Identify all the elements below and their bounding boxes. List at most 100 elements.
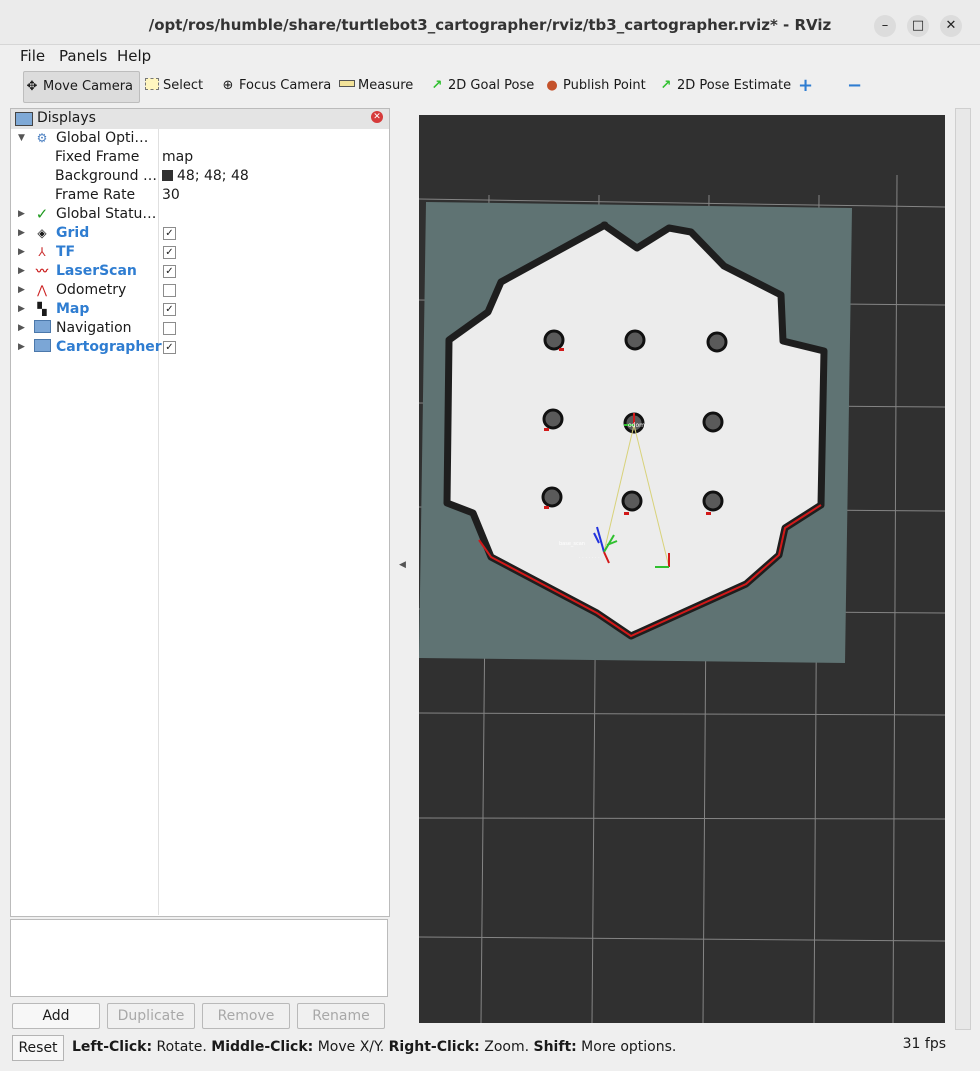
frame-rate-value[interactable]: 30 (162, 186, 180, 205)
odom-label: odom (628, 422, 645, 429)
odometry-icon: ⋀ (37, 283, 47, 297)
remove-display-button[interactable]: Remove (202, 1003, 290, 1029)
odometry-checkbox[interactable] (163, 284, 176, 297)
tree-row-odometry[interactable]: ▶ ⋀ Odometry (11, 281, 389, 300)
collapse-arrow-icon[interactable]: ▼ (18, 129, 25, 148)
cartographer-label: Cartographer (56, 339, 162, 355)
expand-arrow-icon[interactable]: ▶ (18, 262, 25, 281)
left-splitter-handle[interactable]: ◀ (399, 560, 406, 570)
window-title: /opt/ros/humble/share/turtlebot3_cartogr… (148, 16, 832, 34)
focus-camera-tool[interactable]: ⊕ Focus Camera (220, 71, 332, 101)
reset-button[interactable]: Reset (12, 1035, 64, 1061)
laserscan-icon: 〰 (35, 264, 48, 278)
fixed-frame-label: Fixed Frame (55, 149, 140, 165)
map-checkbox[interactable]: ✓ (163, 303, 176, 316)
check-icon: ✓ (35, 205, 49, 223)
mouse-hint: Left-Click: Rotate. Middle-Click: Move X… (72, 1039, 676, 1055)
maximize-button[interactable]: □ (907, 15, 929, 37)
goal-pose-tool[interactable]: ↗ 2D Goal Pose (429, 71, 535, 101)
monitor-icon (15, 112, 33, 126)
tree-row-global-status[interactable]: ▶ ✓ Global Statu… (11, 205, 389, 224)
publish-point-tool[interactable]: ● Publish Point (544, 71, 646, 101)
hint-shift-key: Shift: (533, 1039, 577, 1055)
remove-tool-button[interactable]: − (847, 71, 862, 101)
add-tool-button[interactable]: + (798, 71, 813, 101)
close-button[interactable]: ✕ (940, 15, 962, 37)
expand-arrow-icon[interactable]: ▶ (18, 205, 25, 224)
tree-row-laserscan[interactable]: ▶ 〰 LaserScan ✓ (11, 262, 389, 281)
tree-row-grid[interactable]: ▶ ◈ Grid ✓ (11, 224, 389, 243)
render-view[interactable]: odom base_scan · · · · · · · (419, 115, 945, 1023)
tree-row-global-options[interactable]: ▼ ⚙ Global Opti… (11, 129, 389, 148)
navigation-checkbox[interactable] (163, 322, 176, 335)
move-camera-label: Move Camera (43, 79, 134, 94)
svg-text:· · · · · · ·: · · · · · · · (579, 555, 600, 561)
publish-point-label: Publish Point (563, 78, 646, 93)
menu-help[interactable]: Help (117, 47, 151, 65)
expand-arrow-icon[interactable]: ▶ (18, 224, 25, 243)
pose-arrow-icon: ↗ (660, 78, 672, 93)
fixed-frame-value[interactable]: map (162, 148, 193, 167)
title-bar: /opt/ros/humble/share/turtlebot3_cartogr… (0, 0, 980, 45)
menu-panels[interactable]: Panels (59, 47, 107, 65)
expand-arrow-icon[interactable]: ▶ (18, 338, 25, 357)
grid-label: Grid (56, 225, 90, 241)
background-value-text: 48; 48; 48 (177, 168, 249, 184)
measure-tool[interactable]: Measure (339, 71, 413, 101)
odometry-label: Odometry (56, 282, 127, 298)
tree-row-map[interactable]: ▶ ▚ Map ✓ (11, 300, 389, 319)
navigation-label: Navigation (56, 320, 132, 336)
pose-estimate-tool[interactable]: ↗ 2D Pose Estimate (658, 71, 792, 101)
tree-row-background[interactable]: Background … 48; 48; 48 (11, 167, 389, 186)
expand-arrow-icon[interactable]: ▶ (18, 243, 25, 262)
grid-checkbox[interactable]: ✓ (163, 227, 176, 240)
pose-estimate-label: 2D Pose Estimate (677, 78, 792, 93)
move-camera-icon: ✥ (26, 79, 38, 94)
frame-rate-label: Frame Rate (55, 187, 136, 203)
hint-middle-click-key: Middle-Click: (211, 1039, 314, 1055)
tree-row-frame-rate[interactable]: Frame Rate 30 (11, 186, 389, 205)
background-label: Background … (55, 168, 157, 184)
laserscan-checkbox[interactable]: ✓ (163, 265, 176, 278)
folder-icon (33, 319, 51, 338)
grid-icon: ◈ (37, 226, 47, 240)
folder-icon (33, 338, 51, 357)
goal-pose-label: 2D Goal Pose (448, 78, 535, 93)
expand-arrow-icon[interactable]: ▶ (18, 319, 25, 338)
map-pin-icon: ● (546, 78, 558, 93)
hint-left-click-key: Left-Click: (72, 1039, 153, 1055)
fps-counter: 31 fps (902, 1036, 946, 1052)
map-label: Map (56, 301, 90, 317)
base-scan-label: base_scan (559, 541, 585, 547)
menu-file[interactable]: File (20, 47, 45, 65)
rename-display-button[interactable]: Rename (297, 1003, 385, 1029)
expand-arrow-icon[interactable]: ▶ (18, 300, 25, 319)
hint-right-click-key: Right-Click: (388, 1039, 480, 1055)
hint-right-click-text: Zoom. (479, 1039, 534, 1055)
ruler-icon (339, 71, 355, 101)
add-display-button[interactable]: Add (12, 1003, 100, 1029)
tf-checkbox[interactable]: ✓ (163, 246, 176, 259)
cartographer-checkbox[interactable]: ✓ (163, 341, 176, 354)
global-options-label: Global Opti… (56, 130, 149, 146)
tree-row-tf[interactable]: ▶ ⅄ TF ✓ (11, 243, 389, 262)
tree-row-cartographer[interactable]: ▶ Cartographer ✓ (11, 338, 389, 357)
minimize-button[interactable]: – (874, 15, 896, 37)
vertical-scrollbar[interactable] (955, 108, 971, 1030)
displays-panel: Displays ✕ ▼ ⚙ Global Opti… Fixed Frame … (10, 108, 390, 917)
scene-svg: odom base_scan · · · · · · · (419, 174, 945, 1023)
tree-row-fixed-frame[interactable]: Fixed Frame map (11, 148, 389, 167)
duplicate-display-button[interactable]: Duplicate (107, 1003, 195, 1029)
background-value[interactable]: 48; 48; 48 (162, 167, 249, 186)
property-description-box (10, 919, 388, 997)
move-camera-tool[interactable]: ✥ Move Camera (23, 71, 140, 103)
global-status-label: Global Statu… (56, 206, 157, 222)
select-label: Select (163, 78, 204, 93)
tree-row-navigation[interactable]: ▶ Navigation (11, 319, 389, 338)
select-icon (144, 71, 160, 101)
select-tool[interactable]: Select (144, 71, 203, 101)
expand-arrow-icon[interactable]: ▶ (18, 281, 25, 300)
measure-label: Measure (358, 78, 414, 93)
laserscan-label: LaserScan (56, 263, 137, 279)
panel-close-icon[interactable]: ✕ (371, 111, 383, 123)
